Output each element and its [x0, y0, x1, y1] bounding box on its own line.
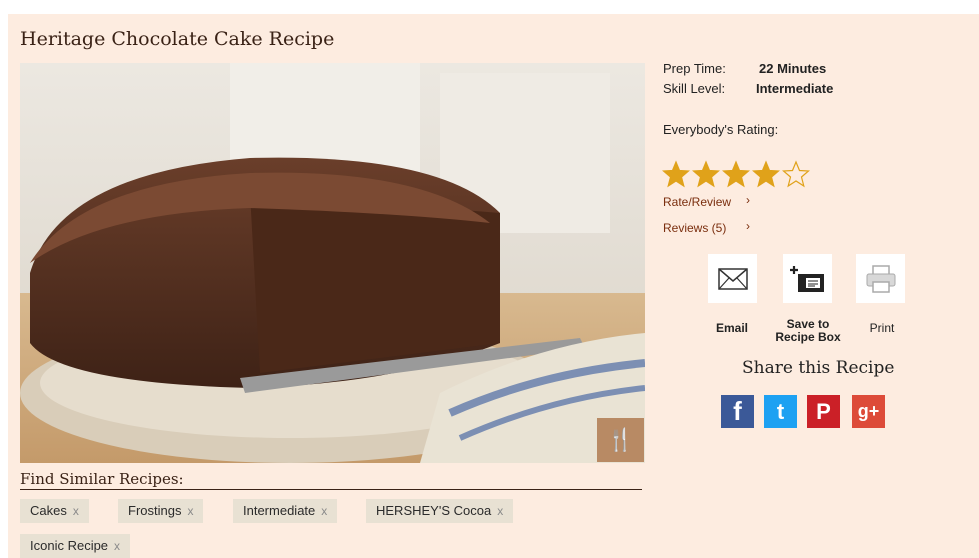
tag-cakes[interactable]: Cakes x — [20, 499, 89, 523]
share-title: Share this Recipe — [742, 358, 895, 378]
chevron-right-icon: › — [746, 219, 750, 233]
star-empty-icon[interactable] — [782, 160, 810, 188]
remove-tag-icon[interactable]: x — [73, 504, 79, 518]
remove-tag-icon[interactable]: x — [187, 504, 193, 518]
email-label: Email — [715, 321, 748, 335]
star-filled-icon[interactable] — [662, 160, 690, 188]
rate-review-link[interactable]: Rate/Review — [663, 195, 731, 209]
google-plus-icon[interactable]: g+ — [852, 395, 885, 428]
save-label-line1: Save to — [786, 317, 830, 331]
tag-label: Iconic Recipe — [30, 538, 109, 553]
recipe-box-icon — [789, 265, 824, 292]
tag-label: Cakes — [30, 503, 67, 518]
save-label-line2: Recipe Box — [775, 330, 841, 344]
save-to-recipe-box-label: Save to Recipe Box — [768, 318, 848, 344]
star-filled-icon[interactable] — [752, 160, 780, 188]
tag-label: Frostings — [128, 503, 182, 518]
recipe-title: Heritage Chocolate Cake Recipe — [20, 28, 335, 50]
envelope-icon — [717, 267, 748, 290]
print-button[interactable] — [856, 254, 905, 303]
tag-hersheys-cocoa[interactable]: HERSHEY'S Cocoa x — [366, 499, 514, 523]
tag-frostings[interactable]: Frostings x — [118, 499, 204, 523]
email-button[interactable] — [708, 254, 757, 303]
chevron-right-icon: › — [746, 193, 750, 207]
facebook-icon[interactable]: f — [721, 395, 754, 428]
reviews-link[interactable]: Reviews (5) — [663, 221, 726, 235]
save-to-recipe-box-button[interactable] — [783, 254, 832, 303]
print-label: Print — [869, 321, 895, 335]
rating-label: Everybody's Rating: — [663, 122, 779, 137]
find-similar-title: Find Similar Recipes: — [20, 470, 642, 490]
printer-icon — [866, 264, 895, 293]
remove-tag-icon[interactable]: x — [321, 504, 327, 518]
cake-image — [20, 63, 645, 463]
remove-tag-icon[interactable]: x — [114, 539, 120, 553]
pinterest-icon[interactable]: P — [807, 395, 840, 428]
remove-tag-icon[interactable]: x — [497, 504, 503, 518]
tag-iconic-recipe[interactable]: Iconic Recipe x — [20, 534, 131, 558]
skill-level-value: Intermediate — [756, 81, 834, 96]
utensils-icon[interactable]: 🍴 — [597, 418, 644, 462]
recipe-photo — [20, 63, 645, 463]
tag-label: HERSHEY'S Cocoa — [376, 503, 492, 518]
skill-level-label: Skill Level: — [663, 81, 726, 96]
tag-intermediate[interactable]: Intermediate x — [233, 499, 338, 523]
tag-label: Intermediate — [243, 503, 316, 518]
prep-time-value: 22 Minutes — [759, 61, 827, 76]
star-filled-icon[interactable] — [692, 160, 720, 188]
prep-time-label: Prep Time: — [663, 61, 726, 76]
star-filled-icon[interactable] — [722, 160, 750, 188]
twitter-icon[interactable]: t — [764, 395, 797, 428]
